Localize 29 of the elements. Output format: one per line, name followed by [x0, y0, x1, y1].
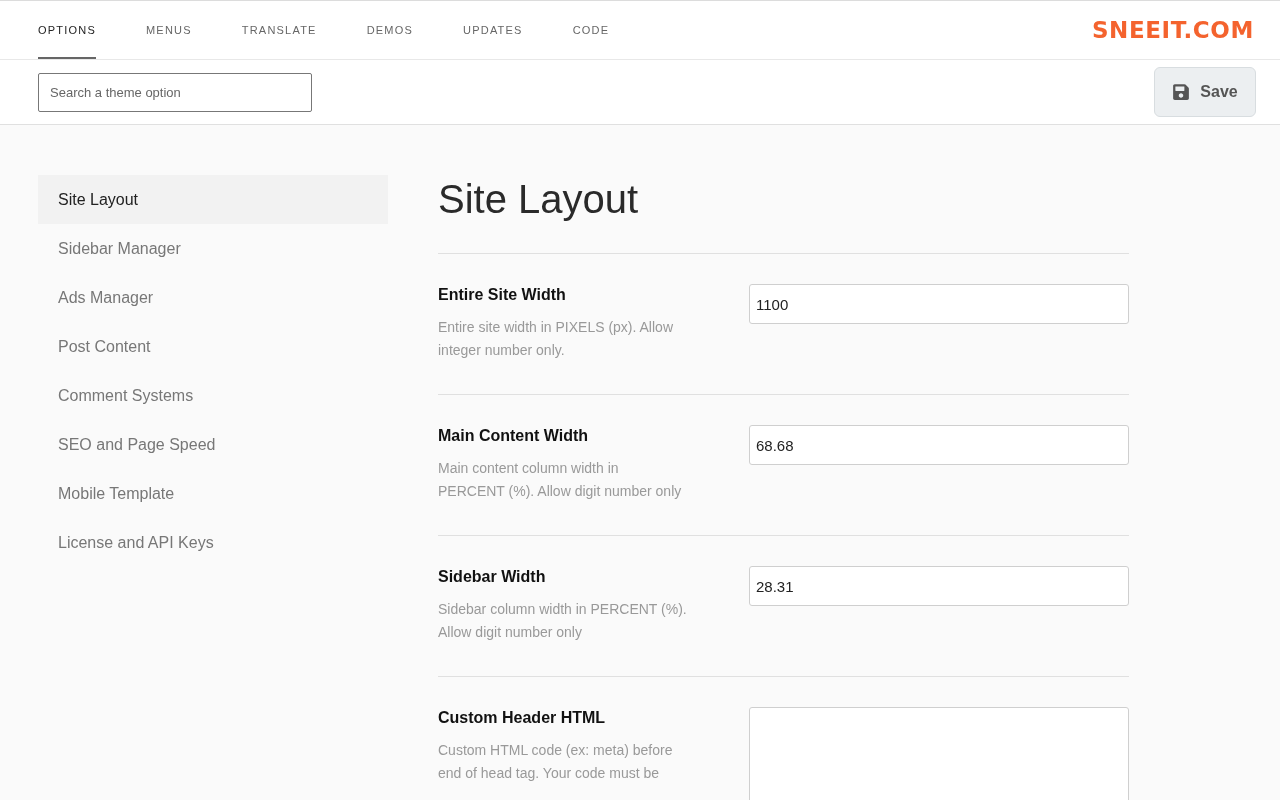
section-title: Site Layout [438, 175, 1129, 254]
nav-tab[interactable]: CODE [572, 1, 610, 59]
field-label: Entire Site Width [438, 285, 566, 305]
sidebar-item[interactable]: Post Content [38, 322, 388, 371]
text-input[interactable]: 68.68 [749, 425, 1129, 465]
nav-tab[interactable]: MENUS [146, 1, 192, 59]
field-description: Main content column width in PERCENT (%). Allow digit number only [438, 459, 683, 501]
text-input[interactable]: 1100 [749, 284, 1129, 324]
nav-tab[interactable]: DEMOS [366, 1, 414, 59]
field-description: Custom HTML code (ex: meta) before end of head tag. Your code must be [438, 741, 674, 783]
field-label: Custom Header HTML [438, 708, 606, 728]
field-description: Entire site width in PIXELS (px). Allow integer number only. [438, 318, 674, 360]
sidebar-item[interactable]: Mobile Template [38, 469, 388, 518]
nav-tab[interactable]: UPDATES [463, 1, 523, 59]
sidebar-item[interactable]: SEO and Page Speed [38, 420, 388, 469]
field-description: Sidebar column width in PERCENT (%). Allow digit number only [438, 600, 688, 642]
sidebar-item[interactable]: Comment Systems [38, 371, 388, 420]
field-label: Main Content Width [438, 426, 589, 446]
save-icon [1172, 83, 1191, 101]
sidebar-item[interactable]: Ads Manager [38, 273, 388, 322]
search-field[interactable]: Search a theme option [38, 72, 312, 112]
field-label: Sidebar Width [438, 567, 546, 587]
nav-tab[interactable]: TRANSLATE [241, 1, 317, 59]
logo: SNEEIT.COM [1091, 18, 1254, 42]
text-input[interactable]: 28.31 [749, 566, 1129, 606]
save-button[interactable]: Save [1154, 67, 1256, 117]
sidebar-item[interactable]: Site Layout [38, 175, 388, 224]
sidebar-item[interactable]: License and API Keys [38, 518, 388, 567]
sidebar-item[interactable]: Sidebar Manager [38, 224, 388, 273]
